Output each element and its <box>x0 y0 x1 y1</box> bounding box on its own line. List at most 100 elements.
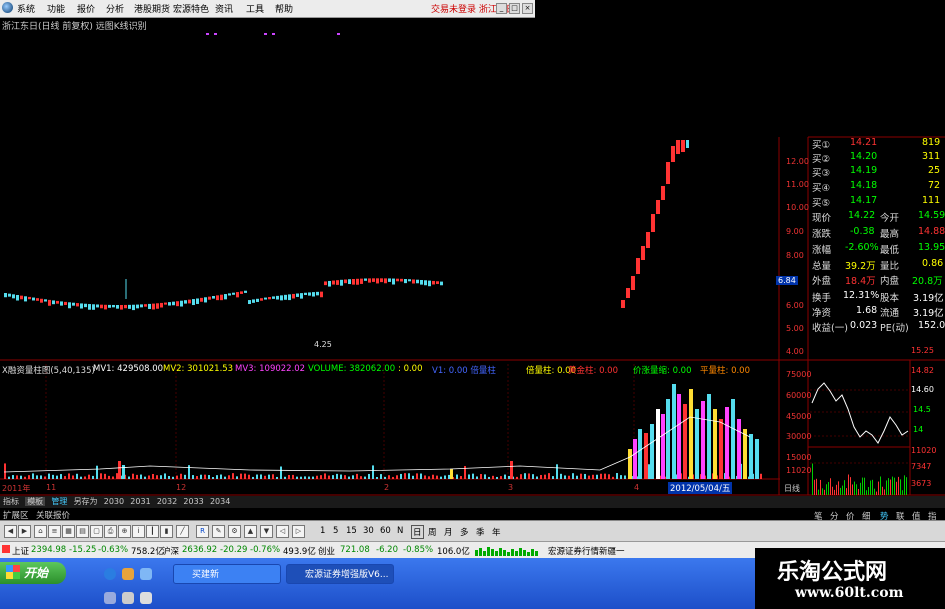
signal-marker <box>206 33 209 35</box>
menu-tools[interactable]: 工具 <box>246 2 264 15</box>
volume-bar <box>384 476 386 479</box>
date-label: 4 <box>634 483 640 492</box>
draw-icon[interactable]: ✎ <box>212 525 225 538</box>
volume-bar <box>268 474 270 479</box>
tab-manage[interactable]: 管理 <box>51 497 67 506</box>
down-icon[interactable]: ▼ <box>260 525 273 538</box>
volume-bar <box>488 476 490 479</box>
index-name[interactable]: 沪深 <box>162 545 179 557</box>
forward-icon[interactable]: ▶ <box>18 525 31 538</box>
candle <box>324 281 327 286</box>
close-button[interactable]: × <box>522 3 533 14</box>
home-icon[interactable]: ⌂ <box>34 525 47 538</box>
toolbar: ◀ ▶ ⌂ ≡ ▦ ▤ ▢ ⎙ ⊕ i ┃ ▮ ╱ R ✎ ⚙ ▲ ▼ ◁ ▷ … <box>0 520 945 542</box>
tab-2031[interactable]: 2031 <box>130 497 150 506</box>
maximize-button[interactable]: □ <box>509 3 520 14</box>
volume-bar <box>332 475 334 479</box>
intraday-volume-bar <box>816 478 817 495</box>
volume-bar <box>336 473 338 479</box>
line-icon[interactable]: ╱ <box>176 525 189 538</box>
taskbar-item-active[interactable]: 宏源证券增强版V6... <box>286 564 394 584</box>
indicator-tab-strip: 指标 模板 管理 另存为 2030 2031 2032 2033 2034 <box>0 496 945 508</box>
taskbar-item[interactable]: 买建新 <box>173 564 281 584</box>
app-logo-icon[interactable] <box>2 2 13 13</box>
index-name[interactable]: 上证 <box>12 545 29 557</box>
tab-2034[interactable]: 2034 <box>210 497 230 506</box>
timeframe-label[interactable]: 日线 <box>784 483 800 494</box>
print-icon[interactable]: ⎙ <box>104 525 117 538</box>
volume-bar <box>16 475 18 479</box>
desktop-icon[interactable] <box>140 568 152 580</box>
volume-bar <box>400 473 402 479</box>
minimize-button[interactable]: _ <box>496 3 507 14</box>
period-week[interactable]: 周 <box>428 526 437 538</box>
quicklaunch-icon[interactable] <box>104 592 116 604</box>
left-icon[interactable]: ◁ <box>276 525 289 538</box>
date-label: 12 <box>176 483 187 492</box>
candle <box>196 298 199 304</box>
quicklaunch-icon[interactable] <box>122 592 134 604</box>
menu-news[interactable]: 资讯 <box>215 2 233 15</box>
zoom-icon[interactable]: ⊕ <box>118 525 131 538</box>
candle <box>232 292 235 295</box>
menu-hk-futures[interactable]: 港股期货 <box>134 2 170 15</box>
volume-bar <box>544 474 546 479</box>
volume-bar <box>240 473 242 479</box>
tab-template[interactable]: 模板 <box>25 497 46 506</box>
start-button[interactable]: 开始 <box>0 562 66 584</box>
menu-system[interactable]: 系统 <box>17 2 35 15</box>
volume-tick: 15000 <box>786 453 812 462</box>
intraday-volume-bar <box>858 488 859 495</box>
bar-icon[interactable]: ▮ <box>160 525 173 538</box>
stat-label: 最高 <box>880 229 900 240</box>
period-month[interactable]: 月 <box>444 526 453 538</box>
kline-icon[interactable]: ┃ <box>146 525 159 538</box>
period-5min[interactable]: 5 <box>333 526 338 536</box>
menu-analysis[interactable]: 分析 <box>106 2 124 15</box>
tab-2032[interactable]: 2032 <box>157 497 177 506</box>
period-60min[interactable]: 60 <box>380 526 391 536</box>
intraday-volume-bar <box>898 476 899 495</box>
explorer-icon[interactable] <box>122 568 134 580</box>
period-n[interactable]: N <box>397 526 403 536</box>
tab-2030[interactable]: 2030 <box>104 497 124 506</box>
period-multi[interactable]: 多 <box>460 526 469 538</box>
period-15min[interactable]: 15 <box>346 526 357 536</box>
index-pct: -0.85% <box>403 545 434 555</box>
window-icon[interactable]: ▢ <box>90 525 103 538</box>
chart-icon[interactable]: ▤ <box>76 525 89 538</box>
volume-bar <box>140 474 142 479</box>
menu-help[interactable]: 帮助 <box>275 2 293 15</box>
candle <box>340 279 343 286</box>
grid-icon[interactable]: ▦ <box>62 525 75 538</box>
ie-icon[interactable] <box>104 568 116 580</box>
volume-bar <box>12 475 14 479</box>
rsi-icon[interactable]: R <box>196 525 209 538</box>
tab-2033[interactable]: 2033 <box>183 497 203 506</box>
back-icon[interactable]: ◀ <box>4 525 17 538</box>
period-1min[interactable]: 1 <box>320 526 325 536</box>
menu-quote[interactable]: 报价 <box>77 2 95 15</box>
quicklaunch-icon[interactable] <box>140 592 152 604</box>
period-30min[interactable]: 30 <box>363 526 374 536</box>
period-quarter[interactable]: 季 <box>476 526 485 538</box>
bid-volume: 311 <box>922 151 941 162</box>
menu-hongyuan[interactable]: 宏源特色 <box>173 2 209 15</box>
period-year[interactable]: 年 <box>492 526 501 538</box>
index-name[interactable]: 创业 <box>318 545 335 557</box>
period-day[interactable]: 日 <box>411 525 424 539</box>
tab-indicator[interactable]: 指标 <box>3 497 19 506</box>
extension-row: 扩展区 关联报价 <box>0 508 945 521</box>
volume-bar <box>701 401 705 479</box>
tab-save-as[interactable]: 另存为 <box>74 497 98 506</box>
intraday-volume-bar <box>812 463 813 495</box>
right-icon[interactable]: ▷ <box>292 525 305 538</box>
list-icon[interactable]: ≡ <box>48 525 61 538</box>
info-icon[interactable]: i <box>132 525 145 538</box>
up-icon[interactable]: ▲ <box>244 525 257 538</box>
candle <box>676 140 680 154</box>
menu-function[interactable]: 功能 <box>47 2 65 15</box>
intraday-volume-bar <box>820 479 821 495</box>
settings-icon[interactable]: ⚙ <box>228 525 241 538</box>
volume-bar <box>304 476 306 479</box>
